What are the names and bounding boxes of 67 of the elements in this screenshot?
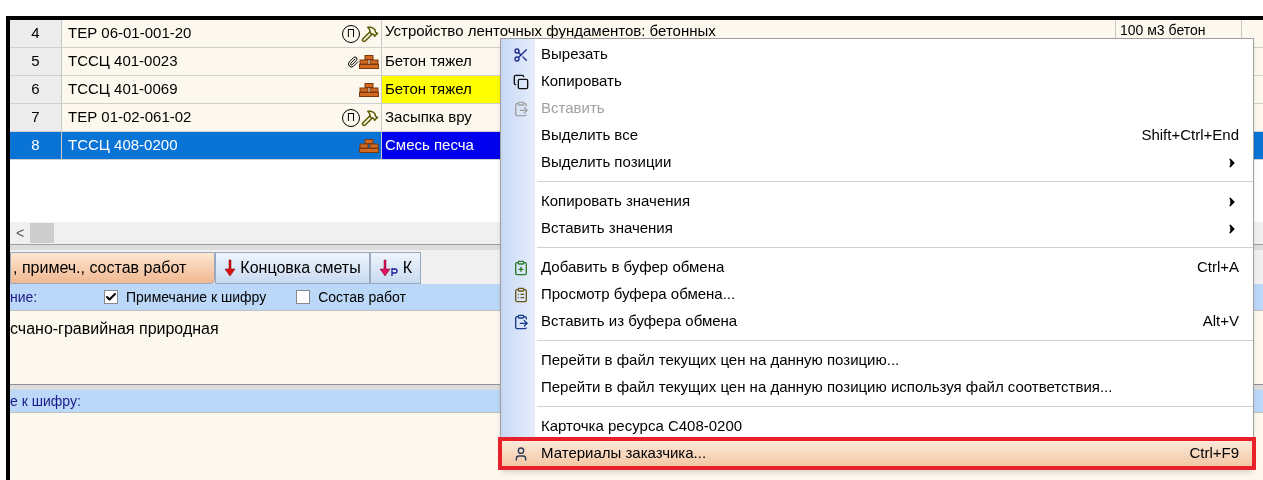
checkbox-label: Состав работ	[318, 287, 406, 307]
shortcut-label: Ctrl+A	[1196, 257, 1239, 278]
person-icon	[513, 445, 529, 462]
menu-item[interactable]: Вставить значения	[501, 215, 1253, 242]
checkbox-label: Примечание к шифру	[126, 287, 267, 307]
row-number: 8	[10, 132, 62, 159]
section-label: ние:	[10, 287, 39, 307]
scrollbar-thumb	[30, 223, 54, 243]
menu-item-label: Добавить в буфер обмена	[541, 257, 726, 278]
shortcut-label: Alt+V	[1202, 311, 1239, 332]
code-cell-text: ТССЦ 408-0200	[68, 135, 179, 156]
arrow-p-icon	[378, 259, 399, 277]
menu-item-label: Выделить позиции	[541, 152, 673, 173]
menu-item[interactable]: Карточка ресурса С408-0200	[501, 413, 1253, 440]
menu-item[interactable]: Копировать значения	[501, 188, 1253, 215]
paste-icon	[513, 100, 529, 117]
paperclip-icon	[347, 54, 359, 69]
menu-item-label: Вставить	[541, 98, 606, 119]
menu-item[interactable]: Копировать	[501, 68, 1253, 95]
menu-item[interactable]: Вставить из буфера обмена Alt+V	[501, 308, 1253, 335]
row-number: 7	[10, 104, 62, 131]
bricks-icon	[359, 138, 379, 153]
menu-item[interactable]: Материалы заказчика... Ctrl+F9	[501, 440, 1253, 467]
shortcut-label: Ctrl+F9	[1189, 443, 1239, 464]
menu-item[interactable]: Просмотр буфера обмена...	[501, 281, 1253, 308]
row-number: 6	[10, 76, 62, 103]
code-cell-text: ТЕР 06-01-001-20	[68, 23, 193, 44]
name-cell-text: Бетон тяжел	[384, 51, 473, 72]
hammer-icon	[361, 24, 379, 43]
tab[interactable]: , примеч., состав работ	[10, 252, 216, 284]
name-cell: Смесь песча	[382, 132, 500, 159]
menu-item-label: Материалы заказчика...	[541, 443, 708, 464]
menu-item-label: Карточка ресурса С408-0200	[541, 416, 744, 437]
code-cell-text: ТЕР 01-02-061-02	[68, 107, 193, 128]
menu-item[interactable]: Выделить все Shift+Ctrl+End	[501, 122, 1253, 149]
menu-item-label: Выделить все	[541, 125, 639, 146]
menu-item-label: Копировать	[541, 71, 623, 92]
menu-item-label: Вставить из буфера обмена	[541, 311, 739, 332]
bricks-icon	[359, 82, 379, 97]
scissors-icon	[513, 46, 529, 63]
code-cell-text: ТССЦ 401-0069	[68, 79, 179, 100]
row-number: 5	[10, 48, 62, 75]
code-cell-text: ТССЦ 401-0023	[68, 51, 179, 72]
clipboard-paste-icon	[513, 313, 529, 330]
bricks-icon	[359, 54, 379, 69]
scroll-left-button[interactable]: <	[10, 222, 30, 244]
shortcut-label: Shift+Ctrl+End	[1141, 125, 1239, 146]
menu-item-label: Вставить значения	[541, 218, 674, 239]
clipboard-icon	[513, 286, 529, 303]
row-number: 4	[10, 20, 62, 47]
menu-item[interactable]: Выделить позиции	[501, 149, 1253, 176]
name-cell: Бетон тяжел	[382, 76, 500, 103]
copy-icon	[513, 73, 529, 90]
menu-item-label: Копировать значения	[541, 191, 692, 212]
checkbox[interactable]	[104, 290, 118, 304]
clipboard-plus-icon	[513, 259, 529, 276]
tab[interactable]: Концовка сметы	[215, 252, 370, 284]
menu-item-label: Перейти в файл текущих цен на данную позицию...	[541, 350, 901, 371]
menu-item[interactable]: Перейти в файл текущих цен на данную позицию...	[501, 347, 1253, 374]
name-cell-text: Засыпка вру	[384, 107, 473, 128]
tab[interactable]: К	[369, 252, 421, 284]
menu-item-label: Просмотр буфера обмена...	[541, 284, 737, 305]
menu-item[interactable]: Добавить в буфер обмена Ctrl+A	[501, 254, 1253, 281]
down-arrow-icon	[224, 259, 237, 277]
hammer-icon	[361, 108, 379, 127]
name-cell-text: Устройство ленточных фундаментов: бетонных	[384, 21, 717, 41]
checkbox[interactable]	[296, 290, 311, 304]
